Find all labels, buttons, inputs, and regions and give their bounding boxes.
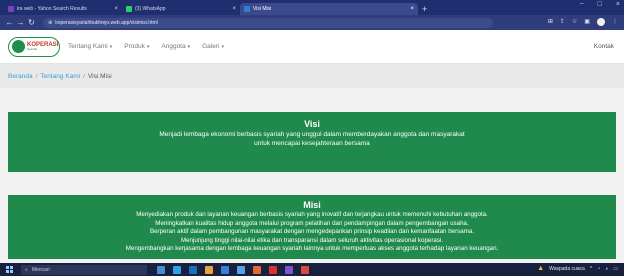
menu-dots-icon[interactable]: ⋮ — [612, 18, 618, 26]
misi-item: Menjunjung tinggi nilai-nilai etika dan … — [180, 236, 444, 244]
yahoo-favicon-icon — [8, 6, 14, 12]
menu-item-kontak[interactable]: Kontak — [594, 43, 614, 50]
new-tab-button[interactable]: + — [422, 3, 427, 15]
store-icon[interactable] — [189, 265, 197, 274]
menu-item-label: Tentang Kami — [68, 43, 108, 50]
taskbar-search-box[interactable]: ⌕ Mencari — [21, 264, 147, 275]
misi-item: Mengembangkan kerjasama dengan lembaga k… — [125, 245, 499, 253]
powerpoint-icon[interactable] — [253, 265, 261, 274]
site-header: KOPERASI Syariah Tentang Kami ▾ Produk ▾ A… — [0, 30, 624, 64]
visi-heading: Visi — [304, 119, 320, 129]
misi-item: Menyediakan produk dan layanan keuangan … — [136, 211, 488, 218]
word-icon[interactable] — [221, 265, 229, 274]
search-icon: ⌕ — [25, 266, 28, 273]
tab-title: Visi Misi — [253, 6, 272, 12]
misi-list: Menyediakan produk dan layanan keuangan … — [8, 211, 616, 254]
chevron-down-icon: ▾ — [146, 44, 150, 50]
misi-item: Meningkatkan kualitas hidup anggota mela… — [155, 219, 469, 227]
site-info-icon[interactable]: ⊕ — [48, 20, 52, 26]
breadcrumb-current: Visi Misi — [87, 72, 112, 80]
chevron-down-icon: ▾ — [109, 44, 113, 50]
browser-window: ira web - Yahoo Search Results × (3) Wha… — [0, 0, 624, 276]
profile-avatar-icon[interactable] — [597, 18, 605, 26]
breadcrumb-separator: / — [35, 72, 38, 80]
misi-heading: Misi — [303, 200, 321, 210]
share-icon[interactable]: ⇪ — [560, 18, 565, 26]
breadcrumb-link-beranda[interactable]: Beranda — [8, 73, 33, 80]
menu-item-label: Galeri — [202, 43, 220, 50]
browser-tool-icons: ⊞ ⇪ ☆ ▣ ⋮ — [548, 18, 618, 26]
browser-tab-strip: ira web - Yahoo Search Results × (3) Wha… — [0, 0, 624, 15]
menu-item-label: Anggota — [161, 43, 186, 50]
close-window-icon[interactable]: × — [616, 1, 620, 8]
os-taskbar: ⌕ Mencari ▲ Waspada cuaca ^ ◔ ◖ ▭ — [0, 263, 624, 276]
network-icon[interactable]: ◔ — [597, 266, 600, 272]
chevron-down-icon: ▾ — [187, 44, 191, 50]
app-icon[interactable] — [237, 265, 245, 274]
tray-chevron-icon[interactable]: ^ — [590, 266, 592, 272]
windows-start-icon[interactable] — [6, 266, 13, 273]
weather-text[interactable]: Waspada cuaca — [549, 266, 585, 272]
site-logo[interactable]: KOPERASI Syariah — [8, 36, 60, 57]
menu-item-galeri[interactable]: Galeri ▾ — [202, 43, 224, 50]
system-tray: ▲ Waspada cuaca ^ ◔ ◖ ▭ — [537, 265, 618, 272]
close-tab-icon[interactable]: × — [114, 6, 118, 12]
menu-item-anggota[interactable]: Anggota ▾ — [161, 43, 190, 50]
logo-sub-text: Syariah — [27, 47, 38, 51]
menu-item-produk[interactable]: Produk ▾ — [124, 43, 149, 50]
sidebar-icon[interactable]: ▣ — [584, 18, 590, 26]
bookmark-star-icon[interactable]: ☆ — [572, 18, 577, 26]
file-explorer-icon[interactable] — [205, 265, 213, 274]
close-tab-icon[interactable]: × — [410, 6, 414, 12]
chrome-icon[interactable] — [301, 265, 309, 274]
weather-warning-icon[interactable]: ▲ — [537, 265, 544, 272]
translate-icon[interactable]: ⊞ — [548, 18, 553, 26]
browser-tab-visi-misi[interactable]: Visi Misi × — [240, 3, 418, 15]
chevron-down-icon: ▾ — [221, 44, 224, 50]
browser-tab-yahoo[interactable]: ira web - Yahoo Search Results × — [4, 3, 122, 15]
main-menu: Tentang Kami ▾ Produk ▾ Anggota ▾ Galeri ▾ — [68, 43, 224, 50]
browser-tab-whatsapp[interactable]: (3) WhatsApp × — [122, 3, 240, 15]
menu-item-tentang-kami[interactable]: Tentang Kami ▾ — [68, 43, 112, 50]
tab-title: ira web - Yahoo Search Results — [17, 6, 87, 12]
minimize-icon[interactable]: − — [580, 1, 584, 8]
visi-section: Visi Menjadi lembaga ekonomi berbasis sy… — [8, 112, 616, 172]
logo-emblem-icon — [12, 40, 25, 53]
forward-arrow-icon[interactable]: → — [15, 18, 26, 27]
edge-browser-icon[interactable] — [173, 265, 181, 274]
task-view-icon[interactable] — [157, 265, 165, 274]
notification-icon[interactable]: ▭ — [613, 266, 618, 272]
maximize-icon[interactable]: □ — [598, 1, 602, 8]
visi-text: Menjadi lembaga ekonomi berbasis syariah… — [159, 131, 465, 147]
reload-icon[interactable]: ↻ — [26, 18, 37, 27]
taskbar-search-placeholder: Mencari — [31, 266, 50, 273]
window-controls: − □ × — [580, 1, 620, 8]
breadcrumb-link-tentang-kami[interactable]: Tentang Kami — [40, 73, 80, 80]
app-icon[interactable] — [269, 265, 277, 274]
url-text: koperasisyariahbukitrejo.web.app/visimis… — [55, 19, 158, 26]
breadcrumb: Beranda / Tentang Kami / Visi Misi — [0, 64, 624, 88]
close-tab-icon[interactable]: × — [232, 6, 236, 12]
misi-section: Misi Menyediakan produk dan layanan keua… — [8, 195, 616, 259]
logo-text: KOPERASI Syariah — [27, 42, 58, 51]
volume-icon[interactable]: ◖ — [605, 266, 608, 272]
browser-toolbar: ← → ↻ ⊕ koperasisyariahbukitrejo.web.app… — [0, 15, 624, 30]
site-favicon-icon — [244, 6, 250, 12]
whatsapp-favicon-icon — [126, 6, 132, 12]
taskbar-apps — [157, 265, 309, 274]
breadcrumb-separator: / — [83, 72, 85, 80]
address-bar[interactable]: ⊕ koperasisyariahbukitrejo.web.app/visim… — [43, 17, 493, 28]
misi-item: Berperan aktif dalam pembangunan masyara… — [149, 228, 475, 236]
menu-item-label: Produk — [124, 43, 145, 50]
onenote-icon[interactable] — [285, 265, 293, 274]
tab-title: (3) WhatsApp — [135, 6, 166, 12]
back-arrow-icon[interactable]: ← — [4, 18, 15, 27]
